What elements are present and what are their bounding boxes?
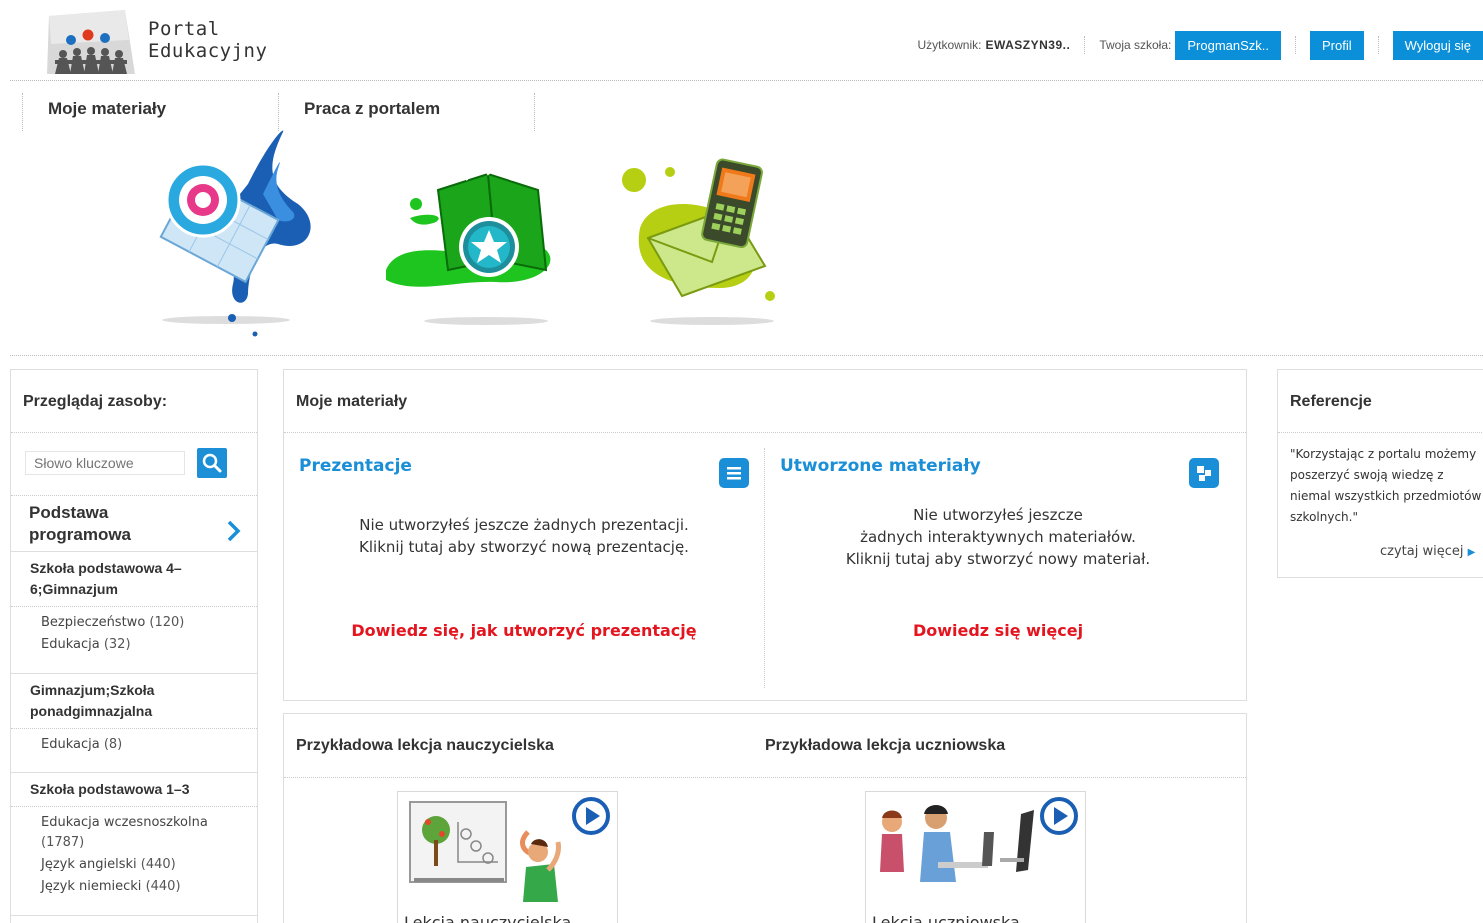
play-icon[interactable] — [1039, 796, 1079, 836]
category-item-count: (32) — [103, 637, 131, 652]
logo-text: Portal Edukacyjny — [148, 18, 267, 62]
browse-panel: Przeglądaj zasoby: Podstawa programowa S… — [10, 369, 258, 923]
quote-line2: poszerzyć swoją wiedzę z — [1290, 468, 1444, 482]
category-item[interactable]: Edukacja wczesnoszkolna (1787) — [41, 813, 241, 853]
created-msg-line3: Kliknij tutaj aby stworzyć nowy materiał… — [845, 550, 1151, 568]
divider — [11, 915, 257, 916]
category-item-label: Edukacja wczesnoszkolna — [41, 815, 208, 830]
category-item-label: Język niemiecki — [41, 879, 142, 894]
read-more-link[interactable]: czytaj więcej ▶ — [1380, 544, 1475, 559]
header-divider — [10, 80, 1483, 81]
category-item-label: Język angielski — [41, 857, 137, 872]
quote-line1: "Korzystając z portalu możemy — [1290, 447, 1477, 461]
presentation-target-icon[interactable] — [148, 124, 318, 339]
presentations-title[interactable]: Prezentacje — [299, 456, 412, 476]
search-input[interactable] — [25, 451, 185, 475]
category-title[interactable]: Szkoła podstawowa 4–6;Gimnazjum — [30, 558, 240, 600]
sample-lessons-panel: Przykładowa lekcja nauczycielska Przykła… — [283, 713, 1247, 923]
presentations-msg-line1: Nie utworzyłeś jeszcze żadnych prezentac… — [359, 516, 689, 534]
chevron-right-icon[interactable] — [225, 520, 243, 542]
category-item[interactable]: Język angielski (440) — [41, 855, 176, 875]
divider — [11, 495, 257, 496]
phone-envelope-icon[interactable] — [620, 158, 800, 330]
divider — [11, 551, 257, 552]
teacher-lesson-caption: Lekcja nauczycielska — [404, 913, 572, 923]
divider — [22, 93, 23, 131]
book-star-icon[interactable] — [376, 160, 561, 330]
nav-portal-work-label: Praca z portalem — [304, 99, 441, 118]
category-item[interactable]: Edukacja (32) — [41, 635, 131, 655]
created-materials-help-link[interactable]: Dowiedz się więcej — [778, 621, 1218, 640]
my-materials-panel: Moje materiały Prezentacje Nie utworzyłe… — [283, 369, 1247, 701]
logo-people-icon — [47, 10, 135, 74]
search-button[interactable] — [197, 448, 227, 478]
created-msg-line2: żadnych interaktywnych materiałów. — [860, 528, 1136, 546]
nav-my-materials-label: Moje materiały — [48, 99, 167, 118]
profile-button[interactable]: Profil — [1310, 30, 1364, 60]
my-materials-title: Moje materiały — [284, 370, 1246, 433]
category-title[interactable]: Gimnazjum;Szkoła ponadgimnazjalna — [30, 680, 240, 722]
search-icon — [202, 453, 222, 473]
logo-line2: Edukacyjny — [148, 40, 268, 62]
logo-line1: Portal — [148, 18, 220, 40]
read-more-label: czytaj więcej — [1380, 544, 1464, 559]
school-button[interactable]: ProgmanSzk.. — [1175, 30, 1282, 60]
user-label: Użytkownik: — [917, 38, 982, 52]
created-msg-line1: Nie utworzyłeś jeszcze — [913, 506, 1083, 524]
category-item[interactable]: Bezpieczeństwo (120) — [41, 613, 184, 633]
category-item[interactable]: Język niemiecki (440) — [41, 877, 181, 897]
play-icon[interactable] — [571, 796, 611, 836]
category-item-label: Edukacja — [41, 737, 100, 752]
divider — [11, 728, 257, 729]
student-lesson-caption: Lekcja uczniowska — [872, 913, 1020, 923]
logout-button[interactable]: Wyloguj się — [1392, 30, 1483, 60]
divider — [284, 777, 1246, 778]
arrow-right-icon: ▶ — [1467, 547, 1476, 558]
category-item-label: Bezpieczeństwo — [41, 615, 146, 630]
search-row — [25, 448, 227, 478]
category-item-count: (8) — [103, 737, 123, 752]
presentations-help-link[interactable]: Dowiedz się, jak utworzyć prezentację — [304, 621, 744, 640]
category-item-count: (120) — [149, 615, 185, 630]
quote-line4: szkolnych." — [1290, 510, 1358, 524]
user-bar: Użytkownik: EWASZYN39.. Twoja szkoła: Pr… — [917, 30, 1483, 60]
browse-title: Przeglądaj zasoby: — [11, 370, 257, 433]
section-divider — [10, 355, 1483, 356]
divider — [11, 606, 257, 607]
category-title[interactable]: Szkoła podstawowa 1–3 — [30, 779, 240, 800]
divider — [1084, 36, 1086, 54]
portal-logo[interactable]: Portal Edukacyjny — [45, 10, 267, 76]
teacher-lesson-title: Przykładowa lekcja nauczycielska — [296, 737, 554, 754]
divider — [11, 772, 257, 773]
quote-line3: niemal wszystkich przedmiotów — [1290, 489, 1482, 503]
divider — [534, 93, 535, 131]
divider — [11, 806, 257, 807]
student-lesson-title: Przykładowa lekcja uczniowska — [765, 737, 1006, 754]
blocks-icon[interactable] — [1189, 458, 1219, 488]
created-materials-message[interactable]: Nie utworzyłeś jeszcze żadnych interakty… — [778, 504, 1218, 570]
divider — [1377, 36, 1379, 54]
divider — [764, 448, 765, 688]
category-item-label: Edukacja — [41, 637, 100, 652]
list-icon[interactable] — [719, 458, 749, 488]
presentations-msg-line2: Kliknij tutaj aby stworzyć nową prezenta… — [359, 538, 689, 556]
category-item[interactable]: Edukacja (8) — [41, 735, 122, 755]
divider — [11, 673, 257, 674]
created-materials-title[interactable]: Utworzone materiały — [780, 456, 981, 476]
core-curriculum-link[interactable]: Podstawa programowa — [29, 502, 209, 546]
presentations-message[interactable]: Nie utworzyłeś jeszcze żadnych prezentac… — [314, 514, 734, 558]
user-name: EWASZYN39.. — [985, 38, 1071, 52]
category-item-count: (440) — [140, 857, 176, 872]
divider — [1295, 36, 1297, 54]
school-label: Twoja szkoła: — [1099, 38, 1172, 52]
teacher-lesson-card[interactable]: Lekcja nauczycielska — [397, 791, 618, 923]
student-lesson-card[interactable]: Lekcja uczniowska — [865, 791, 1086, 923]
category-item-count: (440) — [145, 879, 181, 894]
references-quote: "Korzystając z portalu możemy poszerzyć … — [1290, 444, 1483, 528]
category-item-count: (1787) — [41, 835, 85, 850]
references-panel: Referencje "Korzystając z portalu możemy… — [1277, 369, 1483, 578]
references-title: Referencje — [1278, 370, 1483, 433]
